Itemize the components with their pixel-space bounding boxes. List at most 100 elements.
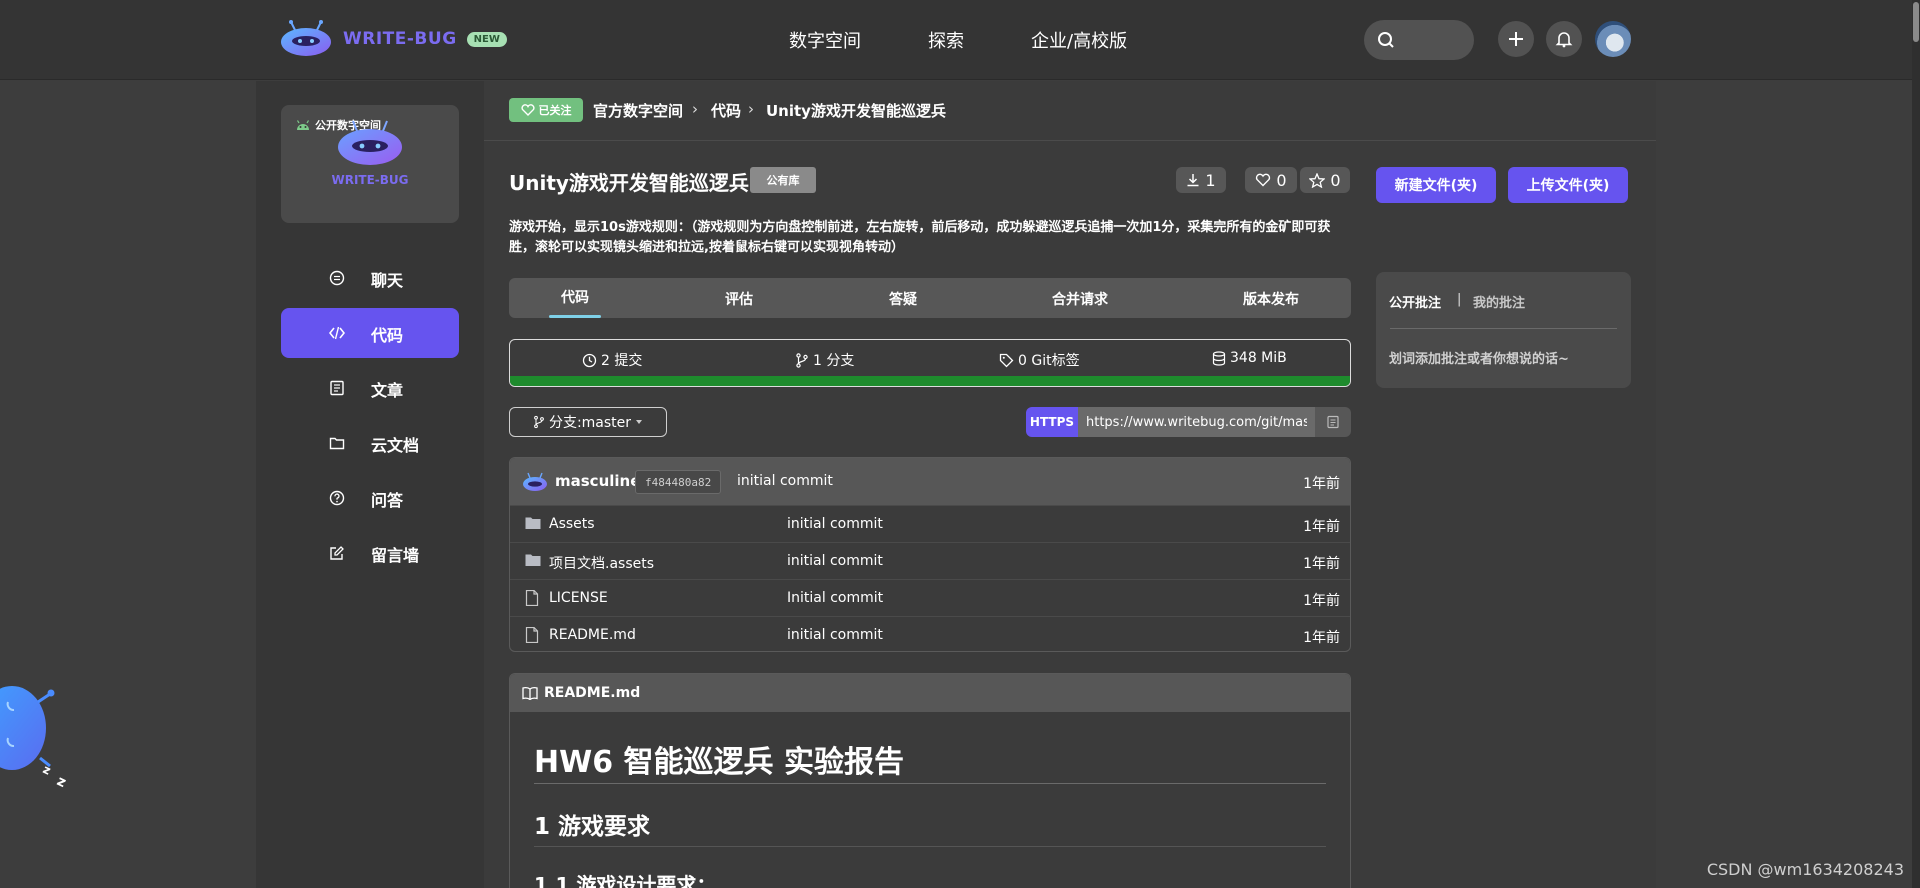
tab-public-annotations[interactable]: 公开批注 <box>1389 292 1441 311</box>
latest-commit-row: masculine f484480a82 initial commit 1年前 <box>510 458 1350 505</box>
copy-url-button[interactable] <box>1315 407 1351 437</box>
download-count-button[interactable]: 1 <box>1176 167 1226 193</box>
sidebar-item-code[interactable]: 代码 <box>281 308 459 358</box>
follow-button[interactable]: 已关注 <box>509 98 583 122</box>
active-tab-indicator <box>549 315 601 318</box>
tab-releases[interactable]: 版本发布 <box>1243 289 1299 309</box>
copy-icon <box>1327 415 1339 429</box>
commit-message[interactable]: initial commit <box>737 473 833 489</box>
sidebar-item-message-wall[interactable]: 留言墙 <box>281 528 459 578</box>
sidebar-item-label: 代码 <box>371 326 404 345</box>
table-row[interactable]: Assets initial commit 1年前 <box>510 505 1350 542</box>
commit-hash[interactable]: f484480a82 <box>635 470 722 494</box>
user-avatar[interactable] <box>1595 21 1631 57</box>
caret-down-icon <box>636 420 643 424</box>
protocol-https-button[interactable]: HTTPS <box>1026 407 1078 437</box>
floating-mascot-icon[interactable]: z z <box>0 668 80 798</box>
branch-selector[interactable]: 分支:master <box>509 407 667 437</box>
file-time: 1年前 <box>1303 593 1340 609</box>
readme-filename[interactable]: README.md <box>544 685 640 701</box>
scrollbar-thumb[interactable] <box>1913 2 1919 42</box>
file-name[interactable]: README.md <box>549 627 636 643</box>
code-icon <box>329 326 345 340</box>
tab-qa[interactable]: 答疑 <box>889 289 917 309</box>
nav-explore[interactable]: 探索 <box>928 27 964 53</box>
page-scrollbar[interactable] <box>1912 0 1920 888</box>
divider <box>1390 328 1617 329</box>
table-row[interactable]: LICENSE Initial commit 1年前 <box>510 579 1350 616</box>
like-count: 0 <box>1276 170 1287 190</box>
sidebar-item-cloud-docs[interactable]: 云文档 <box>281 418 459 468</box>
tab-evaluation[interactable]: 评估 <box>725 289 753 309</box>
file-icon <box>525 627 539 643</box>
file-name[interactable]: LICENSE <box>549 590 608 606</box>
author-avatar[interactable] <box>522 472 548 492</box>
search-icon <box>1378 32 1394 48</box>
annotation-tab-separator: | <box>1457 292 1462 307</box>
nav-digital-space[interactable]: 数字空间 <box>789 27 861 53</box>
heart-icon <box>1256 173 1271 187</box>
tag-icon <box>999 353 1014 367</box>
readme-heading-3: 1.1 游戏设计要求： <box>534 873 717 888</box>
file-icon <box>525 590 539 606</box>
new-file-button[interactable]: 新建文件(夹) <box>1376 167 1496 203</box>
file-name[interactable]: 项目文档.assets <box>549 553 654 573</box>
clone-url-field[interactable] <box>1078 407 1315 437</box>
tab-merge-requests[interactable]: 合并请求 <box>1052 289 1108 309</box>
file-time: 1年前 <box>1303 556 1340 572</box>
plus-icon <box>1509 32 1523 46</box>
database-icon <box>1212 350 1226 366</box>
file-name[interactable]: Assets <box>549 516 595 532</box>
tags-stat[interactable]: 0 Git标签 <box>999 350 1080 370</box>
commits-stat[interactable]: 2 提交 <box>582 350 642 370</box>
commit-time: 1年前 <box>1303 476 1340 492</box>
readme-header: README.md <box>510 674 1350 712</box>
heart-icon <box>520 104 535 116</box>
top-navbar: WRITE-BUG NEW 数字空间 探索 企业/高校版 <box>0 0 1920 80</box>
language-bar <box>510 376 1350 386</box>
clock-icon <box>582 353 597 367</box>
divider <box>484 140 1656 141</box>
upload-file-button[interactable]: 上传文件(夹) <box>1508 167 1628 203</box>
space-mascot-icon <box>338 120 402 165</box>
logo-text: WRITE-BUG <box>343 29 457 49</box>
breadcrumb-chevron-icon: › <box>692 100 698 118</box>
create-button[interactable] <box>1498 21 1534 57</box>
breadcrumb-code[interactable]: 代码 <box>711 100 741 121</box>
repo-title: Unity游戏开发智能巡逻兵 <box>509 171 749 195</box>
star-button[interactable]: 0 <box>1300 167 1350 193</box>
folder-icon <box>329 437 345 450</box>
readme-panel: README.md HW6 智能巡逻兵 实验报告 1 游戏要求 1.1 游戏设计… <box>509 673 1351 888</box>
table-row[interactable]: 项目文档.assets initial commit 1年前 <box>510 542 1350 579</box>
article-icon <box>330 380 344 396</box>
sidebar-item-qa[interactable]: 问答 <box>281 473 459 523</box>
visibility-badge: 公有库 <box>750 167 816 193</box>
site-logo[interactable]: WRITE-BUG NEW <box>279 20 507 58</box>
chat-icon <box>329 270 345 286</box>
file-commit-message[interactable]: initial commit <box>787 516 883 532</box>
sidebar-item-chat[interactable]: 聊天 <box>281 253 459 303</box>
folder-icon <box>525 554 541 566</box>
download-count: 1 <box>1205 170 1216 190</box>
tab-my-annotations[interactable]: 我的批注 <box>1473 292 1525 311</box>
breadcrumb-repo[interactable]: Unity游戏开发智能巡逻兵 <box>766 100 946 121</box>
file-time: 1年前 <box>1303 519 1340 535</box>
tags-count: 0 Git标签 <box>1018 353 1080 369</box>
table-row[interactable]: README.md initial commit 1年前 <box>510 616 1350 651</box>
file-commit-message[interactable]: initial commit <box>787 553 883 569</box>
notifications-button[interactable] <box>1546 21 1582 57</box>
edit-icon <box>330 546 344 560</box>
space-card[interactable]: 公开数字空间 WRITE-BUG <box>281 105 459 223</box>
breadcrumb-space[interactable]: 官方数字空间 <box>593 100 683 121</box>
sidebar-item-label: 文章 <box>371 381 404 400</box>
search-input[interactable] <box>1364 20 1474 60</box>
tab-code[interactable]: 代码 <box>561 287 589 307</box>
like-button[interactable]: 0 <box>1245 167 1297 193</box>
commits-count: 2 提交 <box>601 353 643 369</box>
commit-author[interactable]: masculine <box>555 472 640 490</box>
nav-enterprise[interactable]: 企业/高校版 <box>1031 27 1127 53</box>
sidebar-item-article[interactable]: 文章 <box>281 363 459 413</box>
branches-stat[interactable]: 1 分支 <box>795 350 854 370</box>
file-commit-message[interactable]: Initial commit <box>787 590 883 606</box>
file-commit-message[interactable]: initial commit <box>787 627 883 643</box>
